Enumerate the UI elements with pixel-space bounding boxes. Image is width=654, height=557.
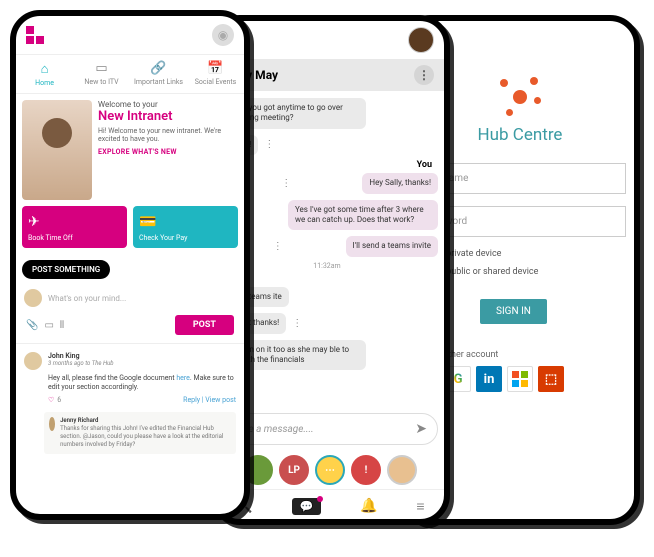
post-link[interactable]: here <box>176 374 190 382</box>
send-icon[interactable]: ➤ <box>415 421 427 437</box>
tab-label: Home <box>35 79 54 87</box>
dock-avatar[interactable]: LP <box>279 455 309 485</box>
office-login-icon[interactable]: ⬚ <box>538 366 564 392</box>
welcome-banner: Welcome to your New Intranet Hi! Welcome… <box>22 100 238 200</box>
link-icon: 🔗 <box>132 61 185 76</box>
dock-avatar[interactable]: ⋯ <box>315 455 345 485</box>
image-icon[interactable]: ▭ <box>44 320 53 331</box>
book-time-off-card[interactable]: ✈ Book Time Off <box>22 206 127 248</box>
message-menu-icon[interactable]: ⋮ <box>273 241 283 252</box>
tab-new-to-itv[interactable]: ▭ New to ITV <box>73 55 130 93</box>
attach-icon[interactable]: 📎 <box>26 320 38 331</box>
brand-logo-icon <box>26 26 44 44</box>
composer-avatar <box>24 289 42 307</box>
calendar-icon: 📅 <box>189 61 242 76</box>
message-input[interactable]: Type a message.... ➤ <box>222 413 438 445</box>
message-menu-icon[interactable]: ⋮ <box>292 318 302 329</box>
like-count: 6 <box>57 396 61 404</box>
dock-avatar[interactable] <box>387 455 417 485</box>
profile-avatar-icon[interactable]: ◉ <box>212 24 234 46</box>
tab-important-links[interactable]: 🔗 Important Links <box>130 55 187 93</box>
feed-post: John King 3 months ago to The Hub Hey al… <box>16 348 244 408</box>
hub-logo-icon <box>498 75 542 119</box>
contact-dock: LP⋯! <box>216 451 444 489</box>
plane-icon: ✈ <box>28 214 121 230</box>
banner-photo <box>22 100 92 200</box>
post-button[interactable]: POST <box>175 315 234 335</box>
message-out: Hey Sally, thanks! <box>362 173 438 193</box>
message-out: I'll send a teams invite <box>346 236 438 256</box>
dock-avatar[interactable]: ! <box>351 455 381 485</box>
chat-menu-icon[interactable]: ⋮ <box>414 65 434 85</box>
reply-view-link[interactable]: Reply | View post <box>183 396 236 404</box>
linkedin-login-icon[interactable]: in <box>476 366 502 392</box>
credit-card-icon: 💳 <box>139 214 232 230</box>
post-meta: 3 months ago to The Hub <box>48 360 114 367</box>
like-icon[interactable]: ♡ <box>48 396 54 404</box>
welcome-pretitle: Welcome to your <box>98 100 238 109</box>
welcome-title: New Intranet <box>98 109 238 124</box>
message-out: Yes I've got some time after 3 where we … <box>288 200 438 231</box>
tab-social-events[interactable]: 📅 Social Events <box>187 55 244 93</box>
poll-icon[interactable]: ⫴ <box>60 320 64 331</box>
bottom-nav: 🔍 💬 🔔 ≡ <box>216 489 444 519</box>
chat-nav-icon[interactable]: 💬 <box>292 498 322 515</box>
card-label: Check Your Pay <box>139 234 187 242</box>
phone-intranet: ◉ ⌂ Home ▭ New to ITV 🔗 Important Links 📅 So… <box>10 10 250 520</box>
check-pay-card[interactable]: 💳 Check Your Pay <box>133 206 238 248</box>
current-user-avatar[interactable] <box>408 27 434 53</box>
microsoft-login-icon[interactable] <box>507 366 533 392</box>
signin-button[interactable]: SIGN IN <box>480 299 547 324</box>
notifications-icon[interactable]: 🔔 <box>360 498 377 515</box>
reply-avatar[interactable] <box>49 417 55 431</box>
top-tabs: ⌂ Home ▭ New to ITV 🔗 Important Links 📅 Soci… <box>16 54 244 94</box>
menu-icon[interactable]: ≡ <box>416 498 424 515</box>
chat-titlebar: Sally May ⋮ <box>216 59 444 91</box>
tab-home[interactable]: ⌂ Home <box>16 55 73 93</box>
reply-author[interactable]: Jenny Richard <box>60 417 231 424</box>
post-something-pill: POST SOMETHING <box>22 260 110 279</box>
tab-label: Social Events <box>195 78 236 86</box>
reply-text: Thanks for sharing this John! I've edite… <box>60 425 231 448</box>
message-list[interactable]: y, have you got anytime to go over marke… <box>216 91 444 407</box>
post-body: Hey all, please find the Google document… <box>48 374 236 392</box>
post-author-avatar[interactable] <box>24 352 42 370</box>
feed-reply: Jenny Richard Thanks for sharing this Jo… <box>44 412 236 453</box>
message-menu-icon[interactable]: ⋮ <box>264 139 274 150</box>
explore-link[interactable]: EXPLORE WHAT'S NEW <box>98 148 238 156</box>
welcome-subtitle: Hi! Welcome to your new intranet. We're … <box>98 127 238 144</box>
card-icon: ▭ <box>75 61 128 76</box>
sender-label: May <box>218 274 438 284</box>
tab-label: New to ITV <box>84 78 118 86</box>
post-author-name[interactable]: John King <box>48 352 114 360</box>
card-label: Book Time Off <box>28 234 73 242</box>
message-menu-icon[interactable]: ⋮ <box>281 178 291 189</box>
composer-input[interactable]: What's on your mind... <box>48 294 126 303</box>
tab-label: Important Links <box>134 78 183 86</box>
home-icon: ⌂ <box>18 61 71 77</box>
